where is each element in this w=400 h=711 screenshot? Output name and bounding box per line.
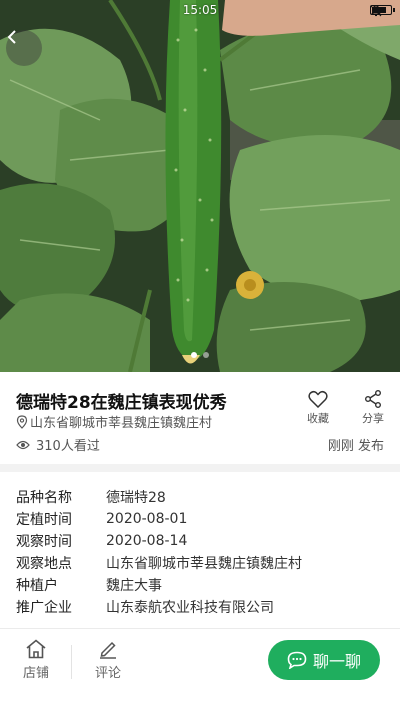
detail-row: 观察地点 山东省聊城市莘县魏庄镇魏庄村 — [0, 552, 400, 574]
detail-value: 德瑞特28 — [106, 490, 166, 506]
pager-dot — [203, 352, 209, 358]
store-label: 店铺 — [22, 666, 49, 681]
favorite-button[interactable]: 收藏 — [298, 390, 338, 426]
eye-icon — [16, 440, 30, 449]
chat-bubble-icon — [287, 651, 307, 669]
location-pin-icon — [16, 414, 28, 429]
pencil-icon — [100, 641, 116, 659]
pager-dot — [191, 352, 197, 358]
cucumber-plant-image — [0, 0, 400, 372]
detail-key: 推广企业 — [16, 600, 72, 616]
favorite-label: 收藏 — [307, 412, 329, 425]
detail-key: 种植户 — [16, 578, 58, 594]
detail-key: 观察时间 — [16, 534, 72, 550]
comment-label: 评论 — [94, 666, 121, 681]
tab-divider — [71, 645, 72, 679]
share-label: 分享 — [362, 412, 384, 425]
post-title: 德瑞特28在魏庄镇表现优秀 — [16, 393, 227, 413]
detail-value: 山东泰航农业科技有限公司 — [106, 600, 274, 616]
post-info: 德瑞特28在魏庄镇表现优秀 山东省聊城市莘县魏庄镇魏庄村 310人看过 刚刚 发… — [0, 372, 400, 464]
view-count-text: 310人看过 — [36, 439, 100, 454]
location-text: 山东省聊城市莘县魏庄镇魏庄村 — [30, 416, 213, 431]
posted-time: 刚刚 发布 — [327, 439, 384, 454]
image-pager — [0, 352, 400, 358]
view-count: 310人看过 — [16, 435, 100, 454]
status-icons — [370, 5, 395, 17]
comment-tab[interactable]: 评论 — [86, 639, 130, 681]
detail-key: 定植时间 — [16, 512, 72, 528]
detail-row: 定植时间 2020-08-01 — [0, 508, 400, 530]
detail-row: 观察时间 2020-08-14 — [0, 530, 400, 552]
detail-value: 2020-08-01 — [106, 511, 188, 527]
detail-row: 推广企业 山东泰航农业科技有限公司 — [0, 596, 400, 618]
chat-label: 聊一聊 — [312, 652, 361, 671]
post-location: 山东省聊城市莘县魏庄镇魏庄村 — [16, 412, 212, 431]
share-icon — [365, 390, 381, 408]
share-button[interactable]: 分享 — [353, 390, 393, 426]
detail-key: 品种名称 — [16, 490, 72, 506]
battery-fill — [372, 7, 386, 13]
detail-value: 魏庄大事 — [106, 578, 162, 594]
detail-key: 观察地点 — [16, 556, 72, 572]
store-tab[interactable]: 店铺 — [14, 639, 58, 681]
home-icon — [26, 639, 46, 659]
battery-icon — [370, 5, 395, 15]
chat-button[interactable]: 聊一聊 — [268, 640, 380, 680]
detail-list: 品种名称 德瑞特28 定植时间 2020-08-01 观察时间 2020-08-14 观察地… — [0, 472, 400, 628]
detail-row: 种植户 魏庄大事 — [0, 574, 400, 596]
detail-value: 山东省聊城市莘县魏庄镇魏庄村 — [106, 556, 302, 572]
bottom-bar: 店铺 评论 聊一聊 — [0, 628, 400, 711]
detail-value: 2020-08-14 — [106, 533, 188, 549]
detail-row: 品种名称 德瑞特28 — [0, 486, 400, 508]
hero-photo[interactable]: 15:05 — [0, 0, 400, 372]
status-time: 15:05 — [182, 3, 218, 17]
heart-icon — [308, 390, 328, 408]
status-bar: 15:05 — [0, 0, 400, 22]
chevron-left-icon — [7, 30, 16, 44]
back-button[interactable] — [6, 30, 42, 66]
